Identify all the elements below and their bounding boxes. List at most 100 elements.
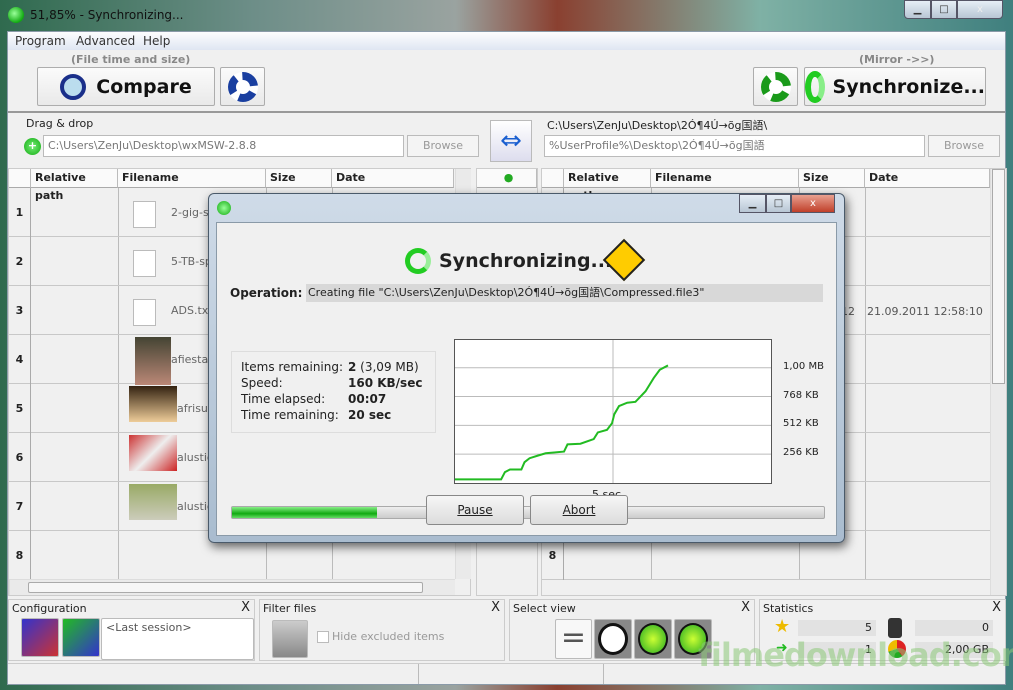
session-list[interactable]: <Last session> [101,618,254,660]
row-number: 7 [9,482,31,531]
dialog-heading: Synchronizing... [439,250,613,272]
header-filename[interactable]: Filename [118,169,266,188]
equal-view-icon[interactable]: = [555,619,592,659]
dialog-close-button[interactable]: x [791,194,835,213]
header-relative-path[interactable]: Relative path [564,169,651,202]
row-number: 3 [9,286,31,335]
toolbar: (File time and size) Compare (Mirror ->>… [8,51,1005,113]
y-tick-label: 1,00 MB [783,360,824,372]
close-button[interactable]: x [957,0,1003,19]
compare-variant: (File time and size) [71,53,191,66]
sync-icon [405,248,431,274]
header-size[interactable]: Size [266,169,332,188]
filter-panel: Filter files X Hide excluded items [259,599,505,661]
progress-fill [232,507,378,518]
header-date[interactable]: Date [865,169,990,188]
minimize-button[interactable]: ▁ [904,0,931,19]
star-plus-icon: ★ [774,616,791,637]
hide-excluded-checkbox[interactable] [317,631,329,643]
close-panel-button[interactable]: X [241,600,250,615]
sync-settings-button[interactable] [753,67,798,106]
close-panel-button[interactable]: X [491,600,500,615]
left-folder-label: Drag & drop [26,117,94,130]
menu-program[interactable]: Program [15,34,66,48]
y-tick-label: 512 KB [783,418,819,430]
compare-settings-button[interactable] [220,67,265,106]
hide-excluded-label: Hide excluded items [332,630,445,643]
window-title: 51,85% - Synchronizing... [30,8,184,22]
operation-label: Operation: [230,286,303,300]
speed-series-line [455,364,669,481]
right-folder-label: C:\Users\ZenJu\Desktop\2Ó¶4Ú→õg国語\ [547,119,768,132]
panel-title: Configuration [12,602,87,615]
close-panel-button[interactable]: X [992,600,1001,615]
filename: ADS.txt [171,304,213,317]
sync-icon [217,201,231,215]
add-folder-pair-icon[interactable]: + [24,138,41,155]
file-icon [133,299,156,326]
dialog-maximize-button[interactable]: □ [766,194,791,213]
compare-label: Compare [96,75,192,98]
dialog-body: Synchronizing... Operation: Creating fil… [216,222,837,536]
image-thumbnail [129,484,177,520]
menu-advanced[interactable]: Advanced [76,34,135,48]
gear-icon [760,71,791,102]
y-tick-label: 768 KB [783,389,819,401]
stat-label: Speed: [241,376,283,390]
left-horizontal-scrollbar[interactable] [9,579,455,595]
sync-icon [805,70,825,103]
file-icon [133,201,156,228]
gear-icon [227,71,258,102]
folder-bar: Drag & drop + C:\Users\ZenJu\Desktop\wxM… [8,116,1005,168]
panel-title: Statistics [763,602,814,615]
header-date[interactable]: Date [332,169,454,188]
compare-button[interactable]: Compare [37,67,215,106]
stat-value: 2 (3,09 MB) [348,360,419,374]
header-size[interactable]: Size [799,169,865,188]
maximize-button[interactable]: □ [931,0,957,19]
left-browse-button[interactable]: Browse [407,135,479,157]
sync-variant: (Mirror ->>) [859,53,935,66]
rownum-header [9,169,31,188]
speed-chart [454,339,772,484]
watermark: filmedownload.com [698,636,1013,674]
rownum-header [542,169,564,188]
pause-button[interactable]: Pause [426,495,524,525]
menu-bar: Program Advanced Help [8,32,1005,50]
filter-cabinet-icon[interactable] [272,620,308,658]
load-config-icon[interactable] [62,618,100,657]
stat-label: Time elapsed: [241,392,326,406]
left-folder-input[interactable]: C:\Users\ZenJu\Desktop\wxMSW-2.8.8 [43,135,404,157]
swap-sides-button[interactable]: ⇔ [490,120,532,162]
different-view-icon[interactable] [594,619,632,659]
stat-value: 20 sec [348,408,392,422]
synchronize-button[interactable]: Synchronize... [804,67,986,106]
header-relative-path[interactable]: Relative path [31,169,118,202]
header-filename[interactable]: Filename [651,169,799,188]
file-icon [133,250,156,277]
close-panel-button[interactable]: X [741,600,750,615]
magnifier-icon [60,73,87,100]
stat-value: 00:07 [348,392,387,406]
files-to-create: 5 [798,620,876,636]
image-thumbnail [129,386,177,422]
dialog-minimize-button[interactable]: ▁ [739,194,766,213]
copy-right-view-icon[interactable] [634,619,672,659]
right-browse-button[interactable]: Browse [928,135,1000,157]
menu-help[interactable]: Help [143,34,170,48]
abort-button[interactable]: Abort [530,495,628,525]
swap-arrows-icon: ⇔ [500,126,522,156]
image-thumbnail [129,435,177,471]
title-bar: 51,85% - Synchronizing... ▁ □ x [0,0,1013,30]
save-config-icon[interactable] [21,618,59,657]
image-thumbnail [135,337,171,385]
synchronize-label: Synchronize... [832,75,985,98]
right-folder-input[interactable]: %UserProfile%\Desktop\2Ó¶4Ú→õg国語 [544,135,925,157]
row-number: 6 [9,433,31,482]
right-vertical-scrollbar[interactable] [990,169,1006,595]
progress-bar [231,506,825,519]
sync-column-icon: ● [477,169,537,188]
panel-title: Select view [513,602,576,615]
work-in-progress-icon [602,238,646,282]
files-to-delete: 0 [915,620,993,636]
